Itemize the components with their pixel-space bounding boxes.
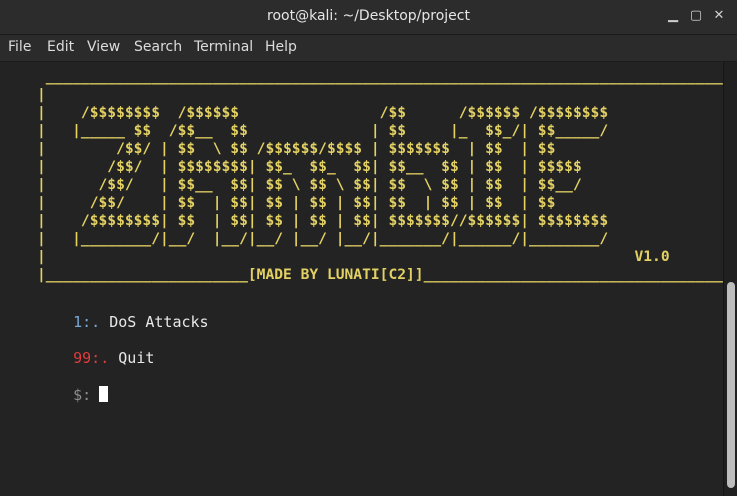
command-prompt[interactable]: $:: [37, 368, 109, 422]
window-titlebar: root@kali: ~/Desktop/project ▁ ▢ ✕: [0, 0, 737, 35]
vertical-scrollbar[interactable]: [723, 62, 737, 496]
maximize-button[interactable]: ▢: [688, 7, 704, 25]
menu-edit[interactable]: Edit: [47, 39, 74, 55]
menu-terminal[interactable]: Terminal: [194, 39, 253, 55]
option-label: Quit: [118, 349, 155, 367]
option-key: 99:.: [73, 349, 110, 367]
scrollbar-thumb[interactable]: [727, 282, 735, 488]
menu-view[interactable]: View: [87, 39, 120, 55]
text-cursor: [99, 386, 109, 402]
ascii-banner: ________________________________________…: [37, 68, 737, 283]
menu-file[interactable]: File: [8, 39, 31, 55]
option-label: DoS Attacks: [109, 313, 209, 331]
prompt-symbol: $:: [73, 386, 92, 404]
close-button[interactable]: ✕: [711, 7, 727, 25]
menu-bar: File Edit View Search Terminal Help: [0, 35, 737, 62]
menu-search[interactable]: Search: [134, 39, 182, 55]
option-key: 1:.: [73, 313, 101, 331]
menu-help[interactable]: Help: [265, 39, 297, 55]
window-title: root@kali: ~/Desktop/project: [267, 8, 470, 24]
minimize-button[interactable]: ▁: [665, 7, 681, 25]
terminal-area[interactable]: ________________________________________…: [0, 62, 737, 496]
